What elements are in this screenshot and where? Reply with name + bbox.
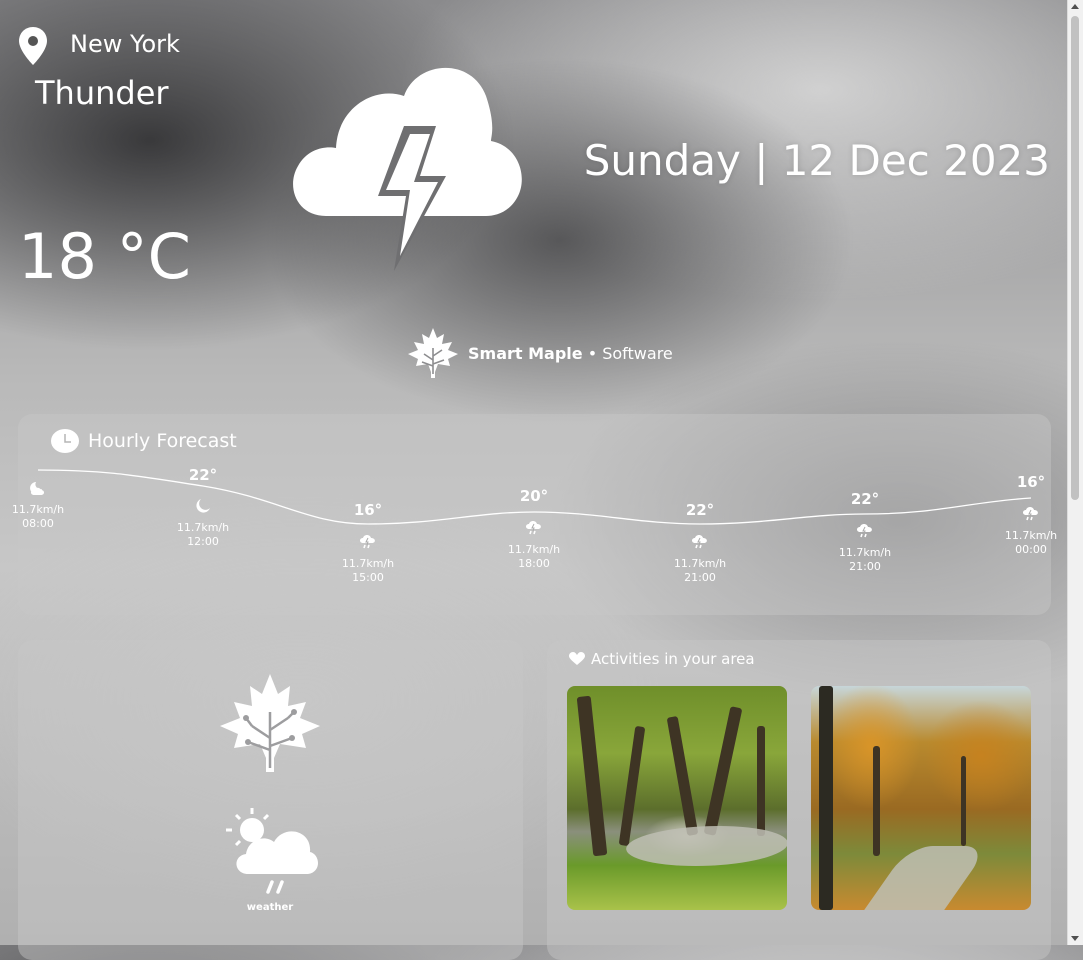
hourly-temp: 22° bbox=[188, 466, 218, 484]
scroll-up-arrow-icon[interactable] bbox=[1071, 4, 1079, 9]
hourly-item-temp: 20° bbox=[504, 489, 564, 509]
location-city: New York bbox=[70, 30, 180, 58]
hourly-forecast-panel: Hourly Forecast 11.7km/h 08:00 22° 11.7km/h… bbox=[12, 414, 1057, 615]
park-trees-photo[interactable] bbox=[567, 686, 787, 910]
weather-widget-panel: weather bbox=[18, 640, 523, 960]
hourly-forecast-title: Hourly Forecast bbox=[50, 428, 237, 454]
hourly-time: 08:00 bbox=[22, 517, 54, 530]
sun-rain-cloud-icon bbox=[226, 808, 318, 894]
thunder-cloud-icon bbox=[293, 67, 522, 271]
moon-cloud-icon bbox=[8, 480, 68, 500]
hourly-wind: 11.7km/h bbox=[1004, 529, 1058, 542]
autumn-park-photo[interactable] bbox=[811, 686, 1031, 910]
activities-panel: Activities in your area bbox=[547, 640, 1051, 960]
rain-cloud-icon bbox=[670, 532, 730, 554]
hourly-item-temp: 22° bbox=[835, 492, 895, 512]
brand-suffix: Software bbox=[602, 343, 673, 363]
rain-cloud-icon bbox=[504, 518, 564, 540]
maple-leaf-icon bbox=[220, 674, 320, 772]
current-date: Sunday | 12 Dec 2023 bbox=[583, 136, 1050, 185]
hourly-item-temp: 22° bbox=[173, 468, 233, 488]
hourly-time: 21:00 bbox=[684, 571, 716, 584]
hourly-wind: 11.7km/h bbox=[838, 546, 892, 559]
current-condition: Thunder bbox=[35, 74, 169, 112]
maple-leaf-icon bbox=[408, 328, 458, 378]
hourly-temp: 16° bbox=[1016, 473, 1046, 491]
hourly-wind: 11.7km/h bbox=[176, 521, 230, 534]
hourly-item-temp: 22° bbox=[670, 503, 730, 523]
hourly-title-text: Hourly Forecast bbox=[88, 430, 237, 452]
current-temperature: 18 °C bbox=[18, 220, 191, 293]
moon-icon bbox=[173, 498, 233, 518]
heart-icon bbox=[569, 652, 585, 665]
hourly-item: 11.7km/h 12:00 bbox=[173, 498, 233, 549]
hourly-temp: 20° bbox=[519, 487, 549, 505]
hourly-time: 18:00 bbox=[518, 557, 550, 570]
hourly-temp: 22° bbox=[685, 501, 715, 519]
hourly-wind: 11.7km/h bbox=[11, 503, 65, 516]
hourly-wind: 11.7km/h bbox=[673, 557, 727, 570]
hourly-temp: 22° bbox=[850, 490, 880, 508]
hourly-item: 11.7km/h 15:00 bbox=[338, 532, 398, 585]
map-pin-icon bbox=[19, 27, 47, 65]
scrollbar-thumb[interactable] bbox=[1071, 16, 1079, 500]
hourly-wind: 11.7km/h bbox=[507, 543, 561, 556]
scroll-down-arrow-icon[interactable] bbox=[1071, 936, 1079, 941]
hourly-item: 11.7km/h 00:00 bbox=[1001, 504, 1061, 557]
clock-icon bbox=[51, 429, 79, 453]
brand-name: Smart Maple bbox=[468, 343, 583, 363]
page-scrollbar[interactable] bbox=[1067, 0, 1083, 945]
hourly-item: 11.7km/h 21:00 bbox=[670, 532, 730, 585]
hourly-item-temp: 16° bbox=[338, 503, 398, 523]
weather-widget-label: weather bbox=[246, 902, 294, 913]
brand-logo: Smart Maple • Software bbox=[406, 326, 673, 380]
hourly-temp: 16° bbox=[353, 501, 383, 519]
activities-title-text: Activities in your area bbox=[591, 650, 755, 668]
rain-cloud-icon bbox=[1001, 504, 1061, 526]
hourly-time: 00:00 bbox=[1015, 543, 1047, 556]
brand-separator: • bbox=[587, 343, 598, 363]
hourly-time: 15:00 bbox=[352, 571, 384, 584]
hourly-time: 12:00 bbox=[187, 535, 219, 548]
hourly-time: 21:00 bbox=[849, 560, 881, 573]
rain-cloud-icon bbox=[835, 521, 895, 543]
activities-title: Activities in your area bbox=[569, 650, 755, 668]
hourly-item: 11.7km/h 18:00 bbox=[504, 518, 564, 571]
hourly-item: 11.7km/h 08:00 bbox=[8, 480, 68, 531]
hourly-item: 11.7km/h 21:00 bbox=[835, 521, 895, 574]
hourly-item-temp: 16° bbox=[1001, 475, 1061, 495]
hourly-wind: 11.7km/h bbox=[341, 557, 395, 570]
rain-cloud-icon bbox=[338, 532, 398, 554]
